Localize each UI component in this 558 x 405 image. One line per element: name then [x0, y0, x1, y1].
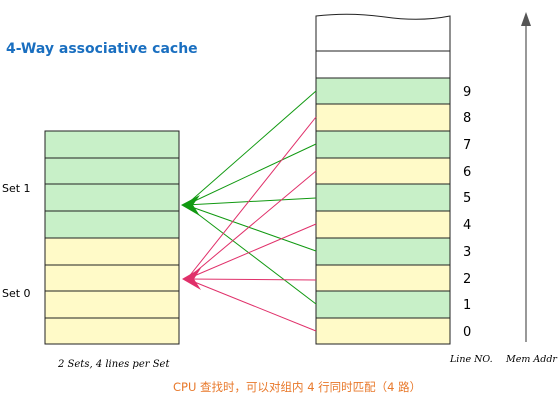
memory-block [315, 13, 451, 345]
mem-addr-arrow-icon [521, 12, 531, 26]
cache-line-set0 [44, 317, 180, 345]
line-number: 1 [463, 298, 471, 313]
memory-torn-top [315, 13, 451, 52]
mapping-line-line3 [185, 204, 317, 252]
cache-caption: 2 Sets, 4 lines per Set [57, 359, 170, 370]
mem-addr-label: Mem Addr [505, 354, 558, 365]
footer-caption: CPU 查找时，可以对组内 4 行同时匹配（4 路） [173, 380, 421, 394]
memory-line-0 [315, 317, 451, 345]
diagram-title: 4-Way associative cache [6, 41, 198, 57]
memory-line-6 [315, 157, 451, 185]
line-number: 9 [463, 85, 471, 100]
cache-line-set1 [44, 157, 180, 185]
cache-line-set0 [44, 237, 180, 266]
cache-line-set1 [44, 183, 180, 212]
set-1-label: Set 1 [2, 182, 31, 195]
mapping-line-line4 [186, 223, 317, 280]
memory-line-2 [315, 264, 451, 292]
line-numbers: 9 8 7 6 5 4 3 2 1 0 [463, 85, 471, 340]
memory-line-4 [315, 210, 451, 239]
line-number: 2 [463, 272, 471, 287]
memory-line-blank [315, 50, 451, 79]
line-number: 7 [463, 138, 471, 153]
set-0-label: Set 0 [2, 287, 31, 300]
memory-line-1 [315, 290, 451, 319]
cache-line-set1 [44, 130, 180, 159]
cache-line-set0 [44, 290, 180, 319]
mapping-line-line0 [186, 278, 317, 332]
line-number: 3 [463, 245, 471, 260]
memory-line-3 [315, 237, 451, 266]
line-number: 4 [463, 218, 471, 233]
set0-mapping-lines [186, 116, 317, 332]
cache-diagram: 4-Way associative cache Set 1 Set 0 2 Se… [2, 12, 558, 394]
memory-line-7 [315, 130, 451, 159]
memory-line-5 [315, 183, 451, 212]
memory-line-9 [315, 77, 451, 105]
line-number: 8 [463, 111, 471, 126]
cache-line-set0 [44, 264, 180, 292]
set1-arrowhead [181, 195, 200, 216]
line-number: 6 [463, 165, 471, 180]
line-number: 5 [463, 191, 471, 206]
cache-block [44, 130, 180, 345]
line-number: 0 [463, 325, 471, 340]
line-no-label: Line NO. [449, 354, 493, 365]
mapping-line-line7 [185, 143, 317, 206]
cache-line-set1 [44, 210, 180, 239]
set1-mapping-lines [185, 90, 317, 305]
mapping-line-line2 [186, 278, 317, 281]
memory-line-8 [315, 103, 451, 132]
mapping-line-line1 [185, 204, 317, 305]
